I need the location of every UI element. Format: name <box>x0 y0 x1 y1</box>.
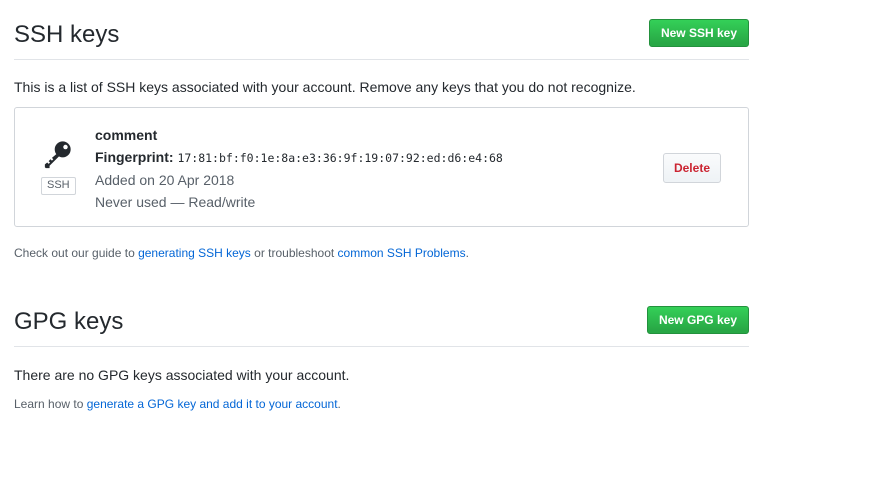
gpg-keys-heading: GPG keys <box>14 308 124 335</box>
ssh-key-title: comment <box>95 127 158 143</box>
delete-ssh-key-button[interactable]: Delete <box>662 153 721 183</box>
ssh-guide-prefix: Check out our guide to <box>14 246 139 260</box>
ssh-guide-note: Check out our guide to generating SSH ke… <box>14 244 749 262</box>
gpg-learn-prefix: Learn how to <box>14 397 87 411</box>
ssh-keys-heading: SSH keys <box>14 21 120 48</box>
gpg-learn-suffix: . <box>337 397 341 411</box>
ssh-key-item: SSH comment Fingerprint: 17:81:bf:f0:1e:… <box>14 107 749 227</box>
ssh-guide-suffix: . <box>465 246 469 260</box>
common-ssh-problems-link[interactable]: common SSH Problems <box>338 246 466 260</box>
ssh-keys-section: SSH keys New SSH key This is a list of S… <box>14 19 749 262</box>
ssh-key-added-date: Added on 20 Apr 2018 <box>95 172 235 188</box>
settings-keys-page: SSH keys New SSH key This is a list of S… <box>0 0 886 500</box>
ssh-subhead: SSH keys New SSH key <box>14 19 749 60</box>
ssh-key-fingerprint-row: Fingerprint: 17:81:bf:f0:1e:8a:e3:36:9f:… <box>95 146 503 169</box>
gpg-learn-note: Learn how to generate a GPG key and add … <box>14 395 749 413</box>
ssh-key-details: comment Fingerprint: 17:81:bf:f0:1e:8a:e… <box>95 124 503 213</box>
generate-gpg-key-link[interactable]: generate a GPG key and add it to your ac… <box>87 397 338 411</box>
new-gpg-key-button[interactable]: New GPG key <box>646 306 749 334</box>
fingerprint-label: Fingerprint: <box>95 149 174 165</box>
gpg-subhead: GPG keys New GPG key <box>14 306 749 347</box>
fingerprint-value: 17:81:bf:f0:1e:8a:e3:36:9f:19:07:92:ed:d… <box>177 151 503 165</box>
ssh-key-usage: Never used — Read/write <box>95 194 256 210</box>
new-ssh-key-button[interactable]: New SSH key <box>648 19 749 47</box>
ssh-intro-text: This is a list of SSH keys associated wi… <box>14 79 636 95</box>
gpg-empty-message: There are no GPG keys associated with yo… <box>14 367 350 383</box>
key-icon <box>44 141 71 169</box>
ssh-key-type-badge: SSH <box>41 177 76 195</box>
ssh-guide-middle: or troubleshoot <box>250 246 338 260</box>
generating-ssh-keys-link[interactable]: generating SSH keys <box>138 246 251 260</box>
gpg-keys-section: GPG keys New GPG key There are no GPG ke… <box>14 306 749 413</box>
